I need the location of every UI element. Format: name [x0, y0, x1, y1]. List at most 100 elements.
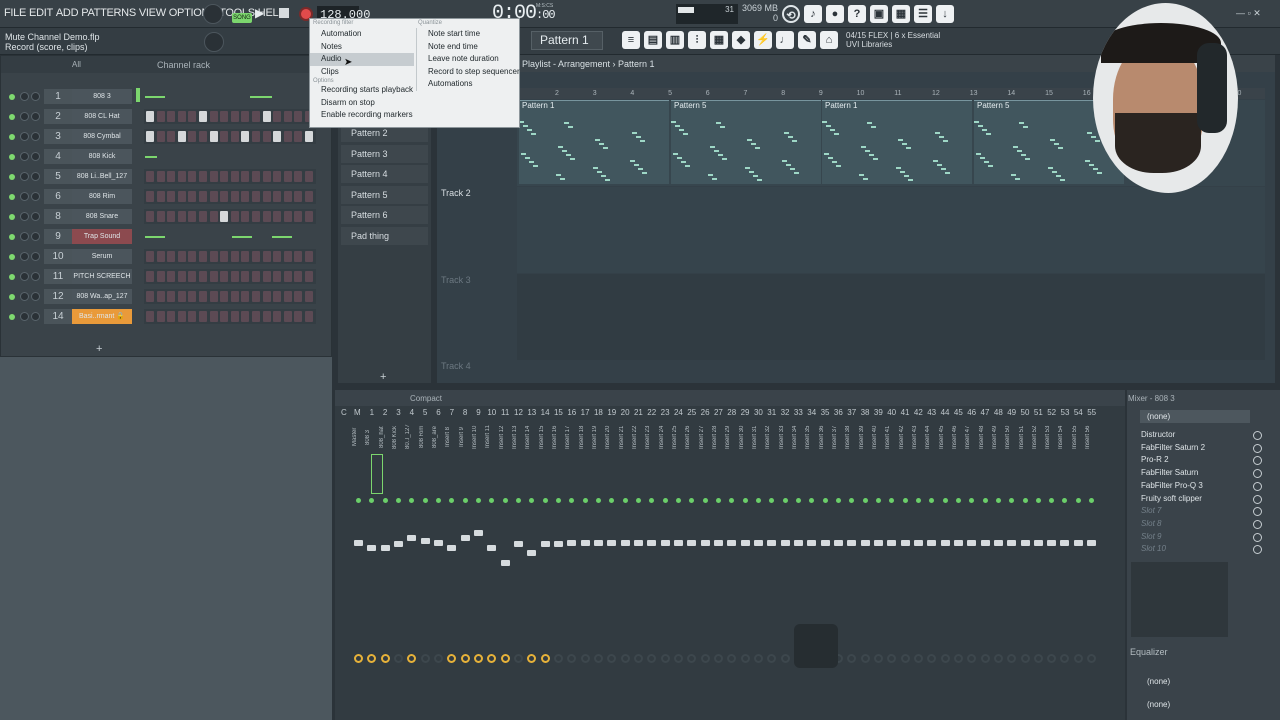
step-button[interactable] — [146, 171, 154, 182]
step-button[interactable] — [283, 131, 292, 142]
mixer-track-name[interactable]: Insert 36 — [819, 422, 832, 452]
mixer-track-number[interactable]: 26 — [699, 408, 712, 417]
channel-row[interactable]: 5 808 Li..Bell_127 — [6, 169, 316, 185]
mixer-track-name[interactable]: Insert 8 — [445, 422, 458, 452]
slot-enable-led[interactable] — [1253, 519, 1262, 529]
channel-name-button[interactable]: Trap Sound — [72, 229, 132, 244]
mixer-track-name[interactable]: Insert 34 — [792, 422, 805, 452]
mixer-track-name[interactable]: Insert 40 — [872, 422, 885, 452]
step-button[interactable] — [167, 191, 176, 202]
mixer-track-name[interactable]: Insert 20 — [605, 422, 618, 452]
step-button[interactable] — [262, 271, 271, 282]
channel-pan-knob[interactable] — [20, 192, 29, 201]
mixer-volume-fader[interactable] — [447, 545, 457, 551]
mixer-track-name[interactable]: 80..l_127 — [405, 422, 418, 452]
mixer-track-number[interactable]: 11 — [499, 408, 512, 417]
mixer-volume-fader[interactable] — [513, 541, 523, 547]
step-button[interactable] — [283, 211, 292, 222]
mixer-track-led[interactable] — [435, 498, 441, 503]
channel-mixer-number[interactable]: 3 — [44, 129, 72, 144]
step-button[interactable] — [273, 171, 282, 182]
channel-pan-knob[interactable] — [20, 232, 29, 241]
step-button[interactable] — [177, 111, 186, 122]
track-label-4[interactable]: Track 4 — [441, 361, 471, 371]
menu-add[interactable]: ADD — [56, 7, 79, 19]
step-button[interactable] — [241, 131, 250, 142]
plugin-picker-icon[interactable]: ▦ — [892, 5, 910, 23]
mixer-track-led[interactable] — [995, 498, 1001, 503]
pattern-picker-item[interactable]: Pattern 4 — [341, 165, 428, 184]
mixer-track-led[interactable] — [955, 498, 961, 503]
step-button[interactable] — [220, 251, 229, 262]
mixer-route-knob[interactable] — [1033, 654, 1043, 663]
mixer-route-knob[interactable] — [873, 654, 883, 663]
step-sequencer[interactable] — [144, 149, 316, 164]
step-button[interactable] — [283, 191, 292, 202]
mixer-track-number[interactable]: 37 — [845, 408, 858, 417]
mixer-track-number[interactable]: 22 — [645, 408, 658, 417]
step-button[interactable] — [305, 251, 313, 262]
mixer-track-name[interactable]: Insert 43 — [912, 422, 925, 452]
mixer-volume-fader[interactable] — [540, 541, 550, 547]
output-selector-bottom[interactable]: (none) — [1147, 700, 1170, 709]
channel-pan-knob[interactable] — [20, 152, 29, 161]
step-button[interactable] — [220, 291, 229, 302]
mixer-volume-fader[interactable] — [833, 540, 843, 546]
mixer-track-led[interactable] — [382, 498, 388, 503]
channel-row[interactable]: 4 808 Kick — [6, 149, 312, 165]
mixer-volume-fader[interactable] — [527, 550, 537, 556]
step-button[interactable] — [146, 291, 154, 302]
download-icon[interactable]: ↓ — [936, 5, 954, 23]
mixer-track-number[interactable]: 54 — [1072, 408, 1085, 417]
mixer-track-number[interactable]: 38 — [859, 408, 872, 417]
add-channel-button[interactable]: + — [96, 343, 102, 355]
step-button[interactable] — [273, 131, 282, 142]
mixer-track-name[interactable]: Insert 45 — [939, 422, 952, 452]
mixer-track-name[interactable]: 808 Rim — [419, 422, 432, 452]
step-sequencer[interactable] — [144, 209, 316, 224]
mixer-track-number[interactable]: 51 — [1032, 408, 1045, 417]
menu-item-note-end-time[interactable]: Note end time — [417, 41, 520, 54]
menu-item-automation[interactable]: Automation — [310, 28, 414, 41]
menu-item-leave-note-duration[interactable]: Leave note duration — [417, 53, 520, 66]
mixer-track-led[interactable] — [742, 498, 748, 503]
mixer-route-knob[interactable] — [393, 654, 403, 663]
mixer-track-number[interactable]: 53 — [1058, 408, 1071, 417]
mixer-volume-fader[interactable] — [713, 540, 723, 546]
menu-patterns[interactable]: PATTERNS — [81, 7, 136, 19]
step-button[interactable] — [294, 131, 303, 142]
step-button[interactable] — [294, 291, 303, 302]
mixer-track-name[interactable]: Insert 29 — [725, 422, 738, 452]
step-button[interactable] — [220, 171, 229, 182]
step-button[interactable] — [167, 311, 176, 322]
step-button[interactable] — [273, 271, 282, 282]
mixer-route-knob[interactable] — [513, 654, 523, 663]
channel-pan-knob[interactable] — [20, 292, 29, 301]
insert-slot[interactable]: Slot 7 — [1133, 505, 1258, 517]
mixer-volume-fader[interactable] — [1073, 540, 1083, 546]
mixer-track-name[interactable]: Insert 11 — [485, 422, 498, 452]
mixer-route-knob[interactable] — [620, 654, 630, 663]
step-button[interactable] — [209, 311, 218, 322]
step-button[interactable] — [156, 111, 165, 122]
mixer-volume-fader[interactable] — [1020, 540, 1030, 546]
step-button[interactable] — [167, 131, 176, 142]
pattern-clip[interactable]: Pattern 5 — [671, 100, 821, 184]
mixer-route-knob[interactable] — [433, 654, 443, 663]
step-button[interactable] — [209, 251, 218, 262]
step-button[interactable] — [209, 131, 218, 142]
mixer-volume-fader[interactable] — [1007, 540, 1017, 546]
mixer-volume-fader[interactable] — [673, 540, 683, 546]
step-button[interactable] — [262, 291, 271, 302]
mixer-track-name[interactable]: Insert 46 — [952, 422, 965, 452]
master-pitch-knob[interactable] — [204, 32, 224, 52]
mixer-track-number[interactable]: 17 — [579, 408, 592, 417]
mixer-track-led[interactable] — [1022, 498, 1028, 503]
mixer-route-knob[interactable] — [980, 654, 990, 663]
mixer-volume-fader[interactable] — [993, 540, 1003, 546]
output-selector-top[interactable]: (none) — [1147, 677, 1170, 686]
mixer-track-number[interactable]: 28 — [725, 408, 738, 417]
mixer-track-led[interactable] — [542, 498, 548, 503]
channel-volume-knob[interactable] — [31, 172, 40, 181]
channel-volume-knob[interactable] — [31, 192, 40, 201]
